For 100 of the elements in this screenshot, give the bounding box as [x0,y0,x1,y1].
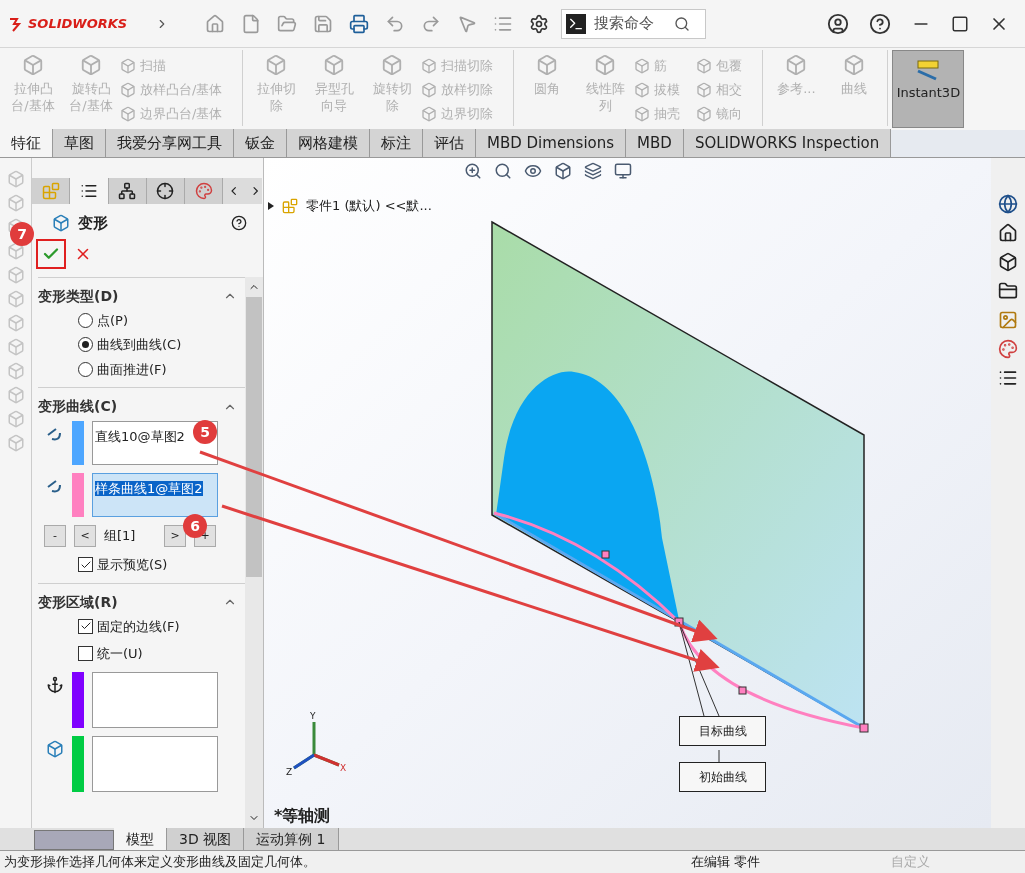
redo-icon[interactable] [421,13,441,34]
app-logo: SOLIDWORKS [28,14,128,33]
checkbox[interactable] [78,557,93,573]
search-field[interactable]: 搜索命令 [561,8,706,39]
panel-tab[interactable] [108,178,147,204]
maximize-icon[interactable] [951,14,969,33]
user-icon[interactable] [827,12,849,35]
radio-label: 曲线到曲线(C) [97,336,182,354]
model-tab[interactable]: 3D 视图 [167,828,245,850]
model-tab[interactable]: 模型 [114,828,167,850]
expand-arrow-icon[interactable] [268,201,274,210]
palette-icon [194,182,213,200]
zoom-icon[interactable] [464,162,482,180]
cube-icon [52,214,70,233]
anchor-icon [46,675,64,694]
checkbox-label: 固定的边线(F) [97,617,180,636]
ribbon-tab[interactable]: 标注 [370,129,423,157]
ribbon-tab[interactable]: SOLIDWORKS Inspection [683,129,892,157]
cube-icon [120,106,136,122]
cube-icon [120,82,136,98]
radio-button[interactable] [78,337,93,353]
axis-label: Y [310,710,316,723]
cube-icon [696,58,713,74]
logo-icon [8,15,24,32]
radio-button[interactable] [78,312,93,328]
cube-icon [634,106,651,122]
list-icon[interactable] [998,368,1018,388]
status-units: 自定义 [891,853,931,872]
cube-icon [843,54,866,76]
palette-icon[interactable] [998,339,1018,359]
group-button[interactable]: > [164,525,186,547]
cube-icon [80,54,102,76]
ribbon-tab[interactable]: 特征 [0,129,53,157]
cube-icon [46,739,64,758]
list-item[interactable]: 直线10@草图2 [95,429,185,444]
folder-icon[interactable] [998,281,1018,301]
checkbox-label: 显示预览(S) [97,556,168,574]
radio-button[interactable] [78,361,93,377]
ribbon-tab[interactable]: 钣金 [234,129,287,157]
search-icon[interactable] [494,162,512,180]
search-input[interactable]: 搜索命令 [594,12,666,35]
selection-list[interactable]: 样条曲线1@草图2 [92,473,218,517]
status-mode: 在编辑 零件 [691,853,762,872]
layers-icon[interactable] [584,162,602,180]
cube-icon [381,54,404,76]
list-item[interactable]: 样条曲线1@草图2 [95,481,203,496]
printer-icon[interactable] [349,13,369,34]
radio-label: 点(P) [97,311,128,330]
ribbon-tab[interactable]: MBD [626,129,684,157]
save-icon[interactable] [313,13,333,34]
axis-label: X [340,762,347,775]
cube-icon [634,82,651,98]
cube-icon [421,82,438,98]
image-icon[interactable] [998,310,1018,330]
group-button[interactable]: - [44,525,66,547]
instant3d-button[interactable]: Instant3D [892,50,965,128]
axis-label: Z [286,766,293,779]
status-message: 为变形操作选择几何体来定义变形曲线及固定几何体。 [4,853,316,872]
panel-tab[interactable] [146,178,185,204]
model-tab[interactable]: 运动算例 1 [244,828,339,850]
ribbon-tab[interactable]: 网格建模 [287,129,370,157]
home-icon[interactable] [998,223,1018,243]
cube-icon [421,58,438,74]
checkbox[interactable] [78,618,93,634]
cube-icon [785,54,808,76]
help-icon[interactable] [869,12,891,35]
file-icon[interactable] [241,13,261,34]
cube-icon[interactable] [554,162,572,180]
help-icon[interactable] [231,215,247,232]
group-label: 组[1] [104,527,137,546]
scrollbar[interactable] [245,276,263,828]
cube-icon [696,106,713,122]
ok-button[interactable] [36,238,66,269]
terminal-icon [566,13,586,34]
monitor-icon[interactable] [614,162,632,180]
globe-icon[interactable] [998,194,1018,214]
cube-icon [120,58,136,74]
undo-icon[interactable] [385,13,405,34]
tree-icon [118,182,137,200]
search-icon [674,15,690,32]
selection-list[interactable] [92,671,218,728]
ribbon-tab[interactable]: MBD Dimensions [476,129,627,157]
cube-icon[interactable] [998,252,1018,272]
ribbon-tab[interactable]: 我爱分享网工具 [106,129,234,157]
callout-label: 目标曲线 [679,716,766,746]
section-title: 变形类型(D) [38,286,119,306]
ribbon-tab[interactable]: 草图 [53,129,106,157]
cube-icon [323,54,346,76]
blocks-icon [282,197,298,214]
selection-list[interactable] [92,735,218,792]
group-button[interactable]: < [74,525,96,547]
cube-icon [594,54,617,76]
callout-label: 初始曲线 [679,762,766,792]
settings-icon[interactable] [529,13,549,34]
tree-item[interactable]: 零件1 (默认) <<默... [306,196,432,216]
eye-icon[interactable] [524,162,542,180]
checkbox[interactable] [78,646,93,662]
ribbon-tab[interactable]: 评估 [423,129,476,157]
list-icon [79,182,98,200]
curve-icon [46,477,64,495]
